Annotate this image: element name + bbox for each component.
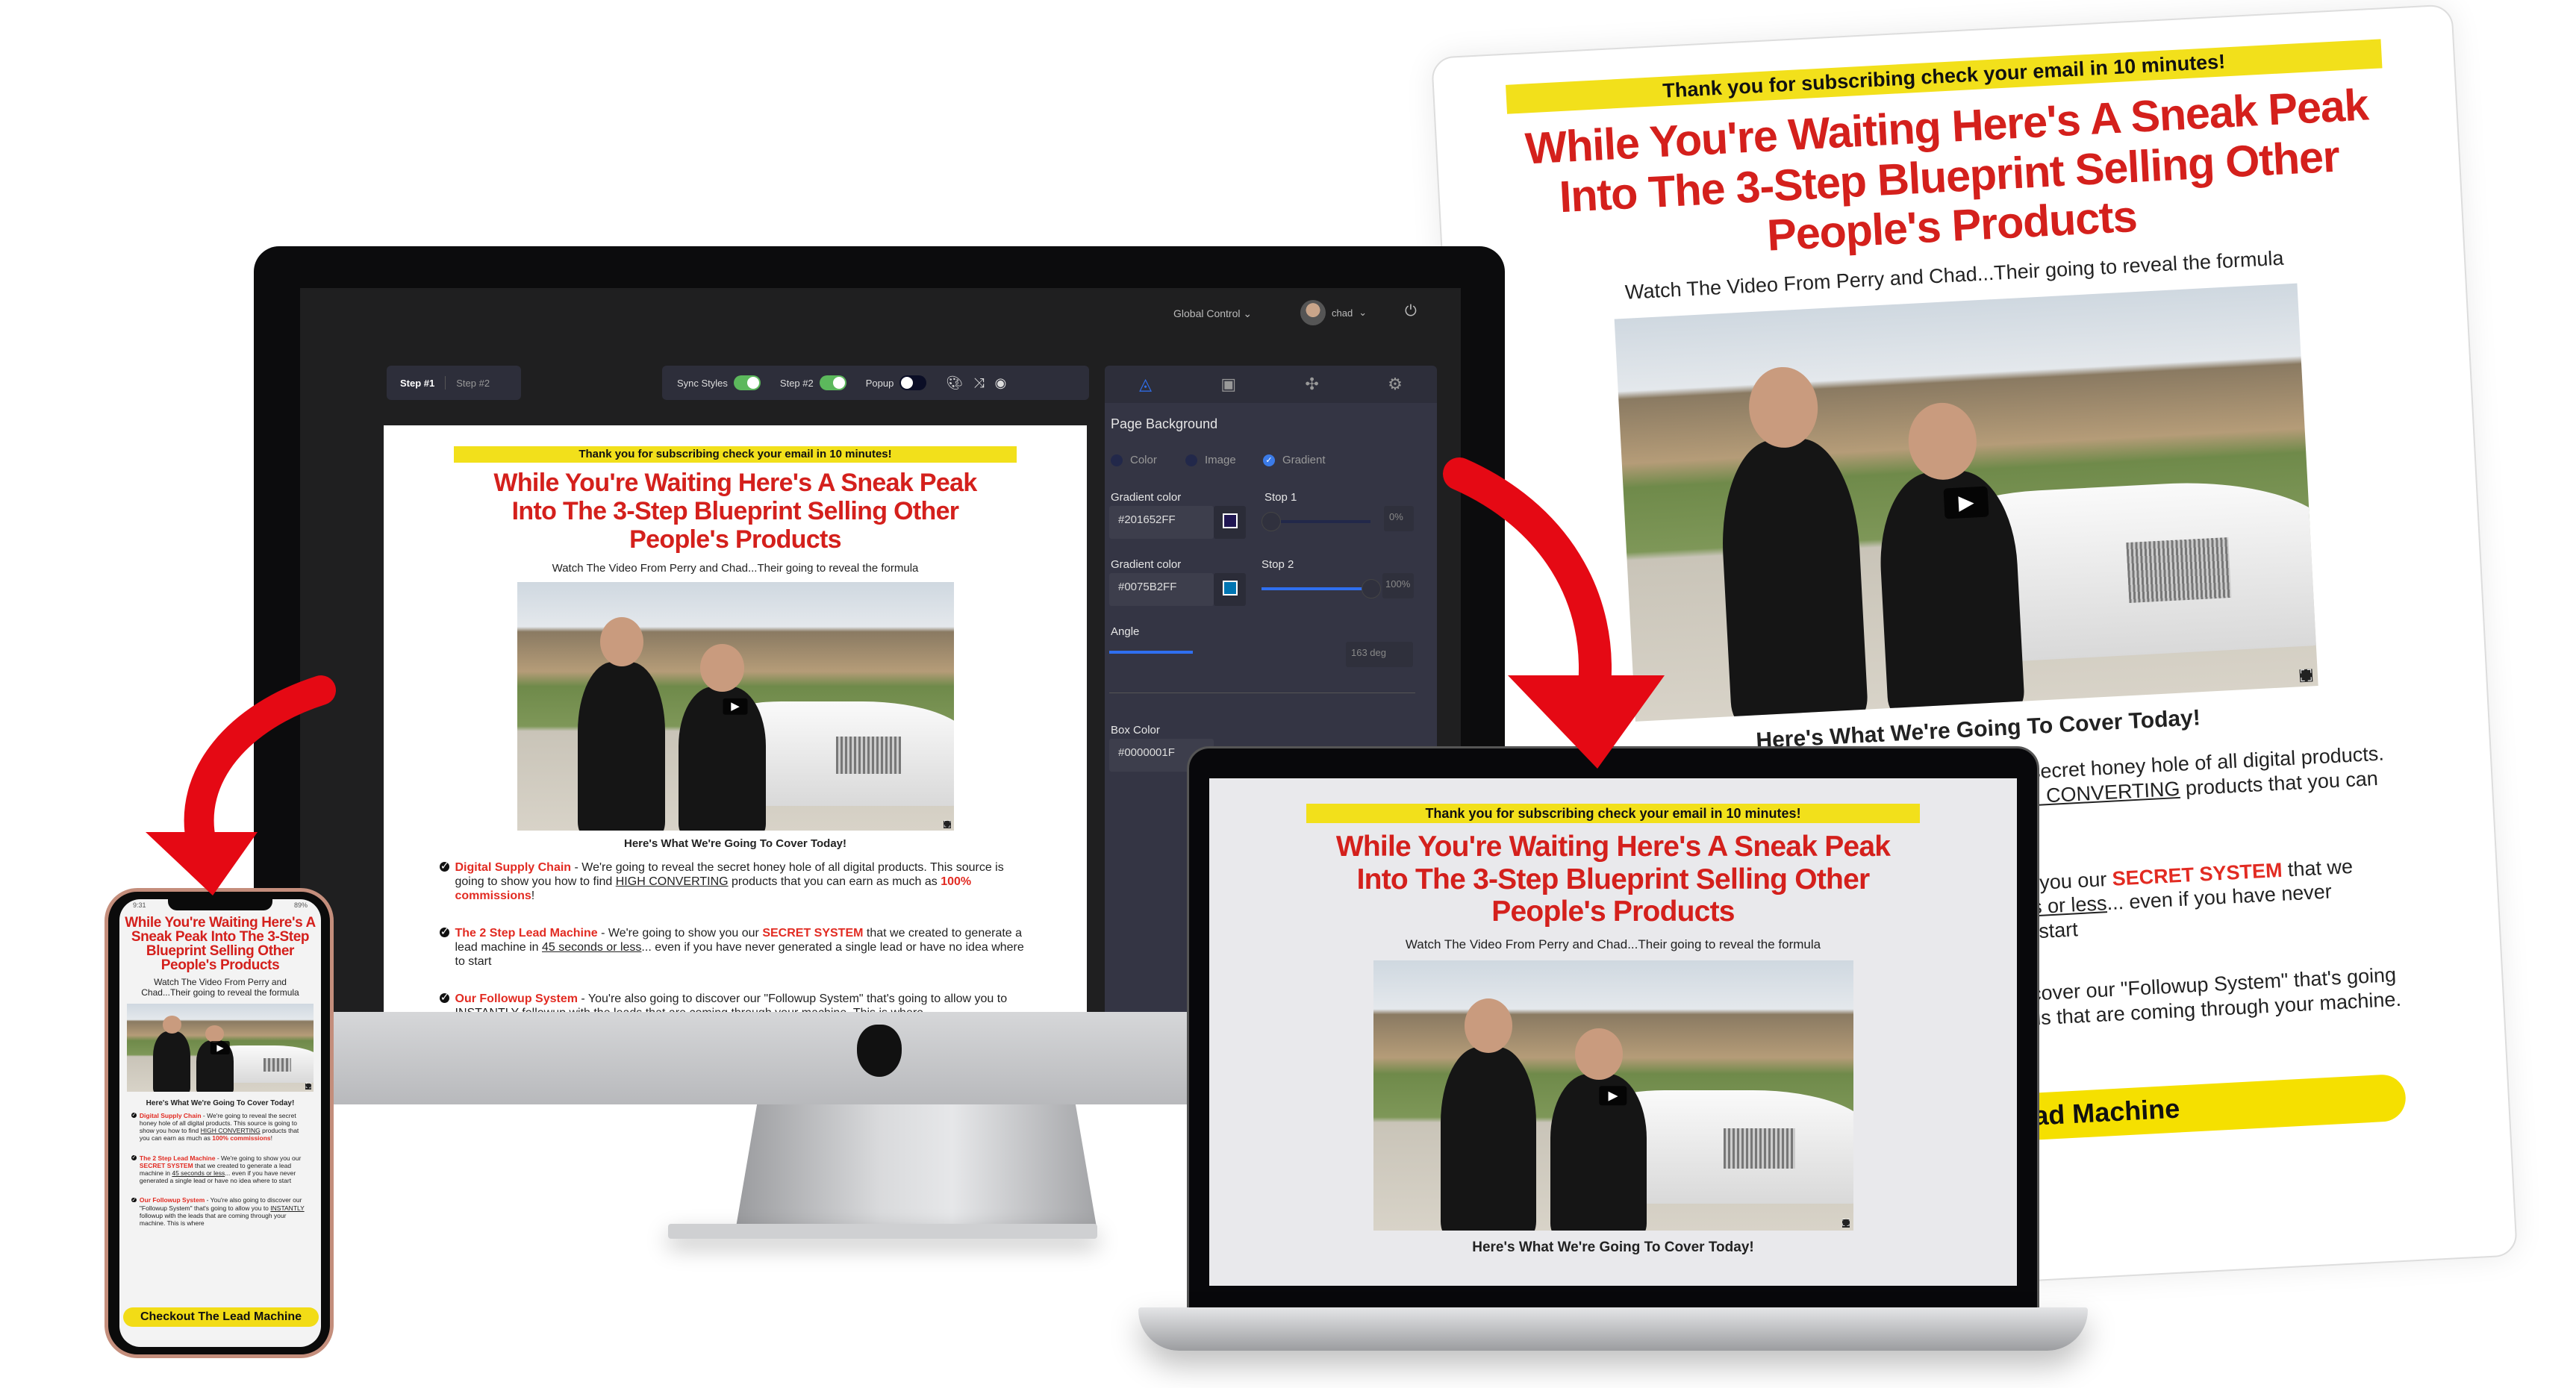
arrow-to-laptop-icon: [1443, 457, 1665, 769]
arrows-layer: [146, 457, 1665, 895]
arrow-to-phone-icon: [146, 675, 336, 895]
